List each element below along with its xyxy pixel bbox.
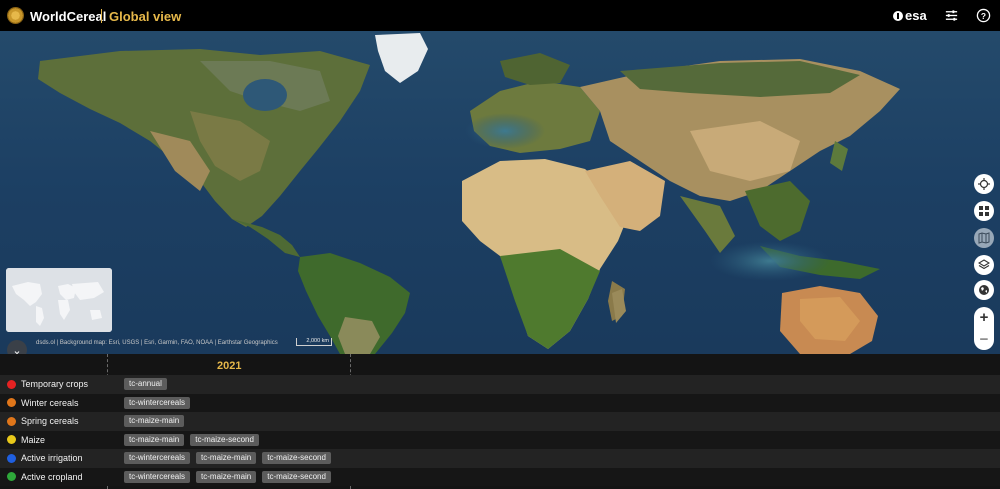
legend-color-dot	[7, 435, 16, 445]
zoom-controls: + −	[974, 307, 994, 350]
map-scale-bar: 2,000 km	[296, 338, 332, 346]
product-tag[interactable]: tc-maize-second	[190, 433, 259, 446]
satellite-basemap[interactable]	[0, 31, 1000, 354]
legend-label: Active cropland	[21, 471, 83, 482]
legend-label: Maize	[21, 434, 46, 445]
help-icon[interactable]: ?	[976, 8, 991, 23]
product-tags: tc-wintercereals tc-maize-main tc-maize-se…	[124, 470, 331, 483]
product-tag[interactable]: tc-maize-main	[196, 470, 257, 483]
globe-icon	[979, 285, 989, 295]
tiles-button[interactable]	[974, 201, 994, 221]
legend-label: Winter cereals	[21, 397, 79, 408]
zoom-out-button[interactable]: −	[974, 329, 994, 350]
locate-button[interactable]	[974, 174, 994, 194]
worldcereal-logo-icon	[7, 7, 24, 24]
brand-name[interactable]: WorldCereal	[30, 9, 106, 24]
compare-map-button[interactable]	[974, 228, 994, 248]
esa-logo[interactable]: esa	[893, 8, 927, 23]
product-tags: tc-maize-main	[124, 415, 185, 428]
legend-row[interactable]: Active cropland tc-wintercereals tc-maize-…	[0, 467, 1000, 486]
legend-row[interactable]: Maize tc-maize-main tc-maize-second	[0, 430, 1000, 449]
legend-color-dot	[7, 398, 16, 408]
legend-row[interactable]: Winter cereals tc-wintercereals	[0, 393, 1000, 412]
product-tag[interactable]: tc-maize-main	[124, 433, 185, 446]
product-tag[interactable]: tc-maize-second	[262, 452, 331, 465]
collapse-panel-button[interactable]: ⌄	[7, 340, 27, 354]
legend-label: Temporary crops	[21, 379, 89, 390]
brand-divider	[101, 9, 102, 23]
svg-text:?: ?	[981, 11, 986, 21]
page-title: Global view	[109, 9, 182, 24]
product-tag[interactable]: tc-wintercereals	[124, 396, 191, 409]
product-tag[interactable]: tc-maize-second	[262, 470, 331, 483]
basemap-globe-button[interactable]	[974, 280, 994, 300]
legend-color-dot	[7, 379, 16, 389]
app-header: WorldCereal Global view esa ?	[0, 0, 1000, 31]
legend-color-dot	[7, 472, 16, 482]
product-tag[interactable]: tc-wintercereals	[124, 470, 191, 483]
legend-color-dot	[7, 453, 16, 463]
timeline-year[interactable]: 2021	[217, 360, 241, 372]
product-tag[interactable]: tc-maize-main	[196, 452, 257, 465]
legend-row[interactable]: Temporary crops tc-annual	[0, 375, 1000, 394]
legend-color-dot	[7, 416, 16, 426]
settings-sliders-icon[interactable]	[944, 8, 959, 23]
map-icon	[978, 232, 990, 244]
product-tags: tc-wintercereals	[124, 396, 191, 409]
map-view[interactable]: ⌄ dsds.ol | Background map: Esri, USGS |…	[0, 31, 1000, 354]
product-tags: tc-annual	[124, 378, 167, 391]
layers-grid-icon	[979, 206, 989, 216]
chevron-down-icon: ⌄	[12, 344, 22, 355]
map-attribution: dsds.ol | Background map: Esri, USGS | E…	[36, 340, 278, 346]
product-tag[interactable]: tc-wintercereals	[124, 452, 191, 465]
locate-icon	[978, 178, 990, 190]
zoom-in-button[interactable]: +	[974, 307, 994, 328]
product-tags: tc-wintercereals tc-maize-main tc-maize-se…	[124, 452, 331, 465]
legend-label: Spring cereals	[21, 416, 79, 427]
layers-icon	[978, 259, 990, 270]
esa-logo-text: esa	[905, 8, 927, 23]
layers-button[interactable]	[974, 255, 994, 275]
product-tags: tc-maize-main tc-maize-second	[124, 433, 259, 446]
legend-row[interactable]: Spring cereals tc-maize-main	[0, 412, 1000, 431]
product-tag[interactable]: tc-annual	[124, 378, 167, 391]
esa-logo-icon	[893, 10, 903, 21]
product-tag[interactable]: tc-maize-main	[124, 415, 185, 428]
overview-minimap[interactable]	[6, 268, 112, 332]
timeline-panel: 2021 Temporary crops tc-annual Winter cere…	[0, 354, 1000, 489]
legend-row[interactable]: Active irrigation tc-wintercereals tc-maiz…	[0, 449, 1000, 468]
legend-label: Active irrigation	[21, 453, 83, 464]
